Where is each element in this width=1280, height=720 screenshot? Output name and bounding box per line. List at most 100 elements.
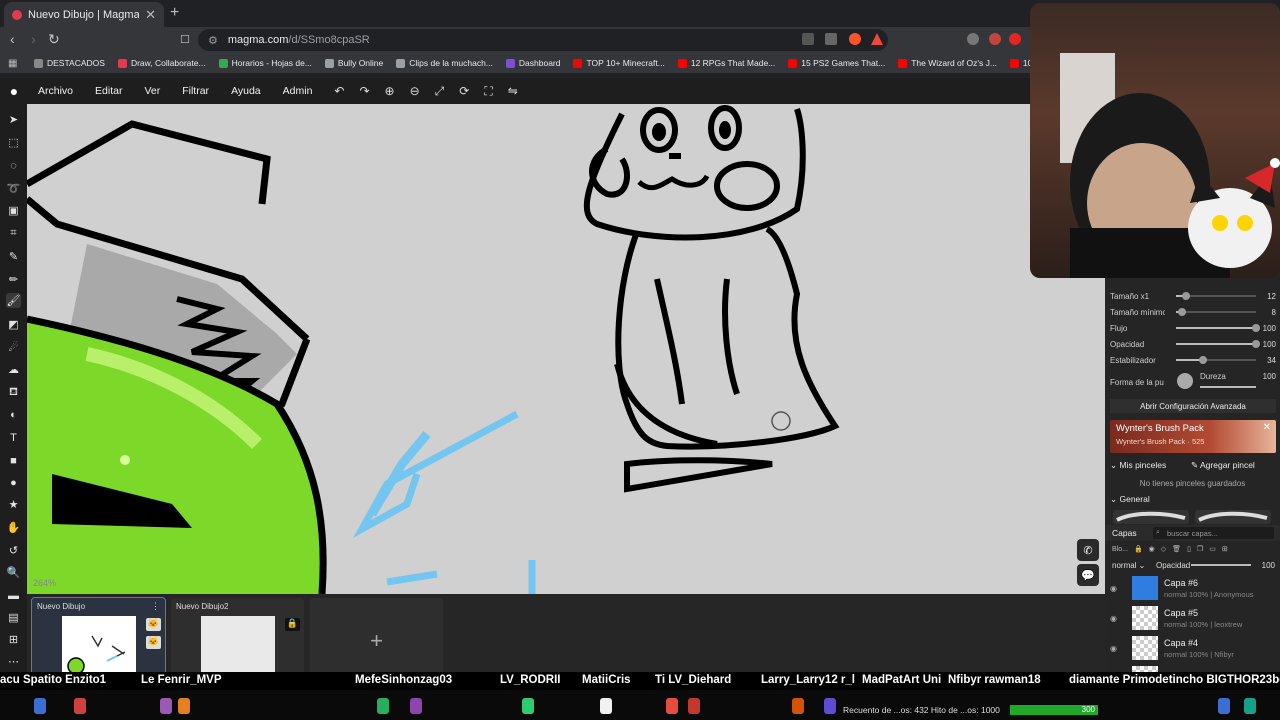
layer-row[interactable]: ◉ Capa #5 normal 100% | leoxtrew [1110, 604, 1276, 632]
ellipse-select-icon[interactable]: ◌ [6, 158, 21, 173]
bookmark-item[interactable]: Draw, Collaborate... [117, 58, 206, 68]
magma-logo-icon[interactable]: ● [0, 83, 28, 99]
transform-icon[interactable]: ▣ [6, 203, 21, 218]
eye-icon[interactable]: ◉ [1110, 584, 1122, 593]
eye-icon[interactable]: ◉ [1110, 614, 1122, 623]
layer-row[interactable]: ◉ Capa #6 normal 100% | Anonymous [1110, 574, 1276, 602]
advanced-config-button[interactable]: Abrir Configuración Avanzada [1110, 399, 1276, 413]
hand-tool-icon[interactable]: ✋ [6, 520, 21, 535]
share-icon[interactable] [825, 33, 837, 45]
flip-icon[interactable]: ⇋ [508, 84, 518, 98]
new-layer-icon[interactable]: ⊞ [1222, 545, 1228, 553]
more-icon[interactable]: ⋯ [6, 654, 21, 669]
delete-layer-icon[interactable]: 🗑 [1172, 545, 1181, 553]
visibility-icon[interactable]: ◉ [1149, 545, 1155, 553]
bookmark-item[interactable]: Bully Online [324, 58, 383, 68]
rect-select-icon[interactable]: ⬚ [6, 135, 21, 150]
text-tool-icon[interactable]: T [6, 430, 21, 445]
color-swatches-icon[interactable]: ▤ [6, 610, 21, 625]
slider-knob[interactable] [1252, 340, 1260, 348]
bookmark-item[interactable]: TOP 10+ Minecraft... [573, 58, 665, 68]
zoom-out-icon[interactable]: ⊖ [410, 84, 420, 98]
bookmark-item[interactable]: The Wizard of Oz's J... [898, 58, 997, 68]
extension-red-icon[interactable] [1009, 33, 1021, 45]
brush-setting-slider[interactable] [1176, 292, 1256, 300]
brave-shield-icon[interactable] [849, 33, 861, 45]
menu-ayuda[interactable]: Ayuda [231, 85, 261, 97]
add-brush-button[interactable]: ✎ Agregar pincel [1191, 460, 1255, 471]
brush-shape-preview-icon[interactable] [1177, 373, 1193, 389]
lasso-icon[interactable]: ➰ [6, 181, 21, 196]
brush-icon[interactable]: 🖌 [6, 293, 21, 308]
fullscreen-icon[interactable]: ⛶ [484, 84, 492, 99]
slider-knob[interactable] [1252, 324, 1260, 332]
reload-icon[interactable]: ↻ [48, 31, 60, 48]
menu-archivo[interactable]: Archivo [38, 85, 73, 97]
menu-editar[interactable]: Editar [95, 85, 122, 97]
gradient-icon[interactable]: ◐ [6, 407, 21, 422]
blend-mode-select[interactable]: normal ⌄ [1112, 561, 1150, 570]
bookmark-item[interactable]: 15 PS2 Games That... [788, 58, 885, 68]
site-info-icon[interactable]: ⚙ [208, 34, 218, 47]
apps-grid-icon[interactable]: ▦ [8, 58, 20, 69]
eraser-icon[interactable]: ◩ [6, 317, 21, 332]
document-menu-icon[interactable]: ⋮ [151, 601, 160, 612]
move-tool-icon[interactable]: ➤ [6, 112, 21, 127]
eye-icon[interactable]: ◉ [1110, 644, 1122, 653]
fit-screen-icon[interactable]: ⤢ [435, 84, 445, 99]
comment-icon[interactable]: ▬ [6, 588, 21, 603]
cast-icon[interactable] [802, 33, 814, 45]
slider-knob[interactable] [1199, 356, 1208, 364]
extension-icon[interactable] [967, 33, 979, 45]
layer-row[interactable]: ◉ Capa #4 normal 100% | Nfibyr [1110, 634, 1276, 662]
bookmark-item[interactable]: Clips de la muchach... [396, 58, 493, 68]
rotate-icon[interactable]: ⟳ [459, 84, 469, 98]
pencil-icon[interactable]: ✏ [6, 272, 21, 287]
group-icon[interactable]: ▭ [1209, 545, 1216, 553]
clear-icon[interactable]: ◇ [1161, 545, 1166, 553]
brush-preset-2[interactable] [1195, 510, 1271, 524]
star-shape-icon[interactable]: ★ [6, 497, 21, 512]
blur-icon[interactable]: ☁ [6, 362, 21, 377]
bookmark-star-icon[interactable]: ☐ [180, 33, 190, 46]
general-header[interactable]: ⌄ General [1110, 494, 1150, 505]
brush-preset-1[interactable] [1113, 510, 1189, 524]
slider-knob[interactable] [1178, 308, 1187, 316]
browser-tab[interactable]: Nuevo Dibujo | Magma – Multip ✕ [4, 2, 164, 27]
layer-search-input[interactable]: ⌕ buscar capas... [1153, 527, 1274, 539]
brush-setting-slider[interactable] [1176, 308, 1256, 316]
hardness-slider[interactable] [1200, 386, 1256, 388]
brush-setting-slider[interactable] [1176, 324, 1260, 332]
eyedropper-icon[interactable]: ✎ [6, 249, 21, 264]
rotate-view-icon[interactable]: ↺ [6, 543, 21, 558]
bookmark-item[interactable]: Dashboard [505, 58, 560, 68]
drawing-canvas[interactable]: 264% ✆ 💬 [27, 104, 1105, 594]
menu-filtrar[interactable]: Filtrar [182, 85, 209, 97]
undo-icon[interactable]: ↶ [334, 84, 344, 98]
brush-setting-slider[interactable] [1176, 340, 1260, 348]
rectangle-shape-icon[interactable]: ■ [6, 453, 21, 468]
layer-opacity-slider[interactable] [1191, 564, 1251, 566]
my-brushes-header[interactable]: ⌄ Mis pinceles [1110, 460, 1166, 471]
chat-icon[interactable]: 💬 [1077, 564, 1099, 586]
circle-shape-icon[interactable]: ● [6, 475, 21, 490]
merge-icon[interactable]: ▯ [1187, 545, 1191, 553]
bookmark-item[interactable]: DESTACADOS [34, 58, 105, 68]
add-icon[interactable]: ⊞ [6, 632, 21, 647]
redo-icon[interactable]: ↷ [359, 84, 369, 98]
bookmark-item[interactable]: Horarios - Hojas de... [218, 58, 312, 68]
new-tab-icon[interactable]: + [170, 4, 179, 22]
zoom-in-icon[interactable]: ⊕ [385, 84, 395, 98]
zoom-tool-icon[interactable]: 🔍 [6, 565, 21, 580]
extension-badge-icon[interactable] [989, 33, 1001, 45]
address-bar[interactable]: ⚙ magma.com/d/SSmo8cpaSR [198, 29, 888, 51]
menu-ver[interactable]: Ver [144, 85, 160, 97]
lock-icon[interactable]: 🔒 [1134, 545, 1143, 553]
close-promo-icon[interactable]: ✕ [1263, 422, 1271, 433]
paint-bucket-icon[interactable]: ⛾ [6, 385, 21, 400]
close-tab-icon[interactable]: ✕ [145, 7, 156, 23]
crop-icon[interactable]: ⌗ [6, 226, 21, 241]
duplicate-icon[interactable]: ❐ [1197, 545, 1203, 553]
forward-icon[interactable]: › [31, 31, 36, 47]
phone-icon[interactable]: ✆ [1077, 539, 1099, 561]
